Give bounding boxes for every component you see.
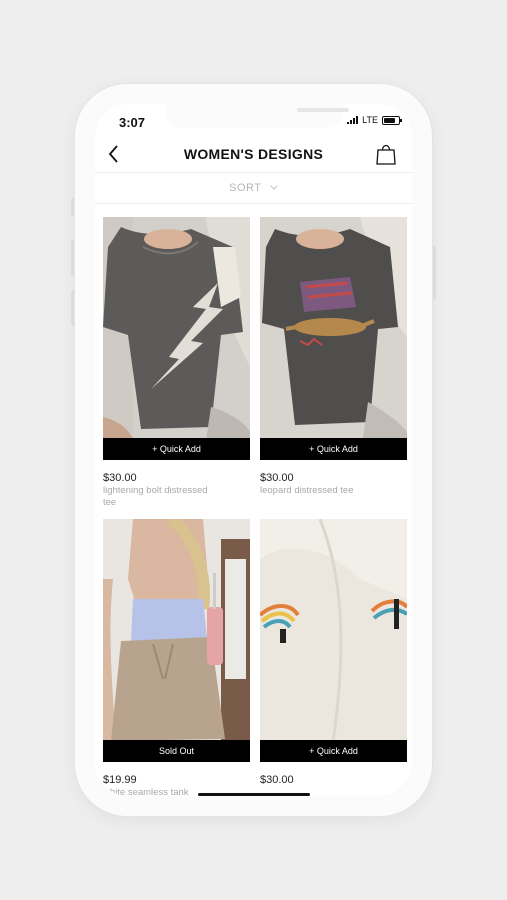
product-price: $30.00 [260, 472, 294, 484]
sort-label: SORT [229, 182, 262, 194]
page-title: WOMEN'S DESIGNS [183, 146, 324, 162]
notch [165, 104, 349, 128]
power-button [432, 246, 436, 300]
shopping-bag-icon[interactable] [374, 142, 398, 171]
product-price: $19.99 [103, 774, 137, 786]
product-name[interactable]: lightening bolt distressed tee [103, 485, 223, 509]
quick-add-button[interactable]: + Quick Add [260, 740, 407, 762]
sold-out-label: Sold Out [103, 740, 250, 762]
battery-icon [382, 115, 402, 125]
nav-bar: WOMEN'S DESIGNS [95, 140, 412, 172]
product-name[interactable]: leopard distressed tee [260, 485, 380, 497]
chevron-down-icon [270, 181, 278, 193]
quick-add-button[interactable]: + Quick Add [260, 438, 407, 460]
sort-bar: SORT [95, 172, 412, 204]
product-price: $30.00 [103, 472, 137, 484]
status-time: 3:07 [119, 115, 146, 130]
quick-add-button[interactable]: + Quick Add [103, 438, 250, 460]
sort-button[interactable]: SORT [95, 181, 412, 194]
speaker [297, 108, 349, 112]
app-screen: 3:07 LTE WOMEN'S DESIGNS SORT + Quick Ad… [95, 104, 412, 796]
status-indicators: LTE [347, 115, 402, 125]
product-card[interactable]: + Quick Add $30.00 lightening bolt distr… [103, 217, 250, 508]
product-image[interactable]: + Quick Add [103, 217, 250, 460]
home-indicator[interactable] [198, 793, 310, 796]
product-card[interactable]: + Quick Add $30.00 [260, 519, 407, 786]
product-image[interactable]: + Quick Add [260, 519, 407, 762]
product-price: $30.00 [260, 774, 294, 786]
product-image[interactable]: + Quick Add [260, 217, 407, 460]
network-type: LTE [362, 115, 378, 125]
signal-icon [347, 116, 359, 124]
product-card[interactable]: + Quick Add $30.00 leopard distressed te… [260, 217, 407, 496]
product-image[interactable]: Sold Out [103, 519, 250, 762]
product-card[interactable]: Sold Out $19.99 white seamless tank [103, 519, 250, 796]
